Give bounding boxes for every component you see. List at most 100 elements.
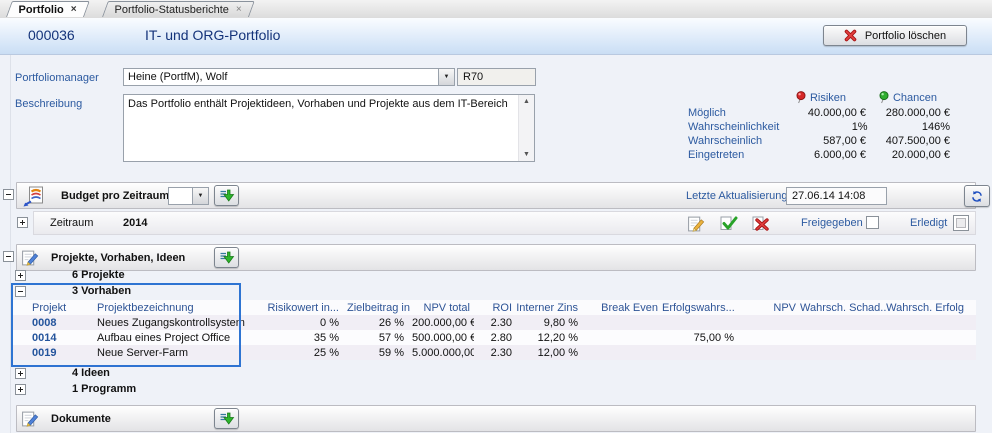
budget-period-combobox[interactable]: ▼ [168, 187, 209, 205]
description-label: Beschreibung [15, 98, 82, 110]
group-row-projekte[interactable]: 6 Projekte [0, 268, 992, 284]
documents-title: Dokumente [51, 413, 111, 425]
group-label: 3 Vorhaben [72, 285, 131, 297]
col-projekt[interactable]: Projekt [12, 300, 97, 315]
report-icon [23, 186, 44, 207]
col-interner-zins[interactable]: Interner Zins [516, 300, 582, 315]
projects-section-bar: Projekte, Vorhaben, Ideen [16, 244, 976, 271]
delete-portfolio-button[interactable]: Portfolio löschen [823, 25, 967, 46]
description-text: Das Portfolio enthält Projektideen, Vorh… [128, 98, 515, 111]
edit-icon [687, 215, 705, 233]
table-header-row: Projekt Projektbezeichnung Risikowert in… [12, 300, 976, 315]
risk-row: Möglich 40.000,00 € 280.000,00 € [688, 106, 950, 120]
chancen-header: Chancen [866, 91, 950, 104]
col-wahrsch-schad[interactable]: Wahrsch. Schad... [800, 300, 886, 315]
col-npv-total[interactable]: NPV total [412, 300, 474, 315]
col-zielbeitrag[interactable]: Zielbeitrag in ... [347, 300, 412, 315]
green-pin-icon [879, 91, 889, 104]
risk-row: Wahrscheinlich 587,00 € 407.500,00 € [688, 134, 950, 148]
insert-button[interactable] [214, 185, 239, 206]
tab-close-icon[interactable]: × [71, 5, 77, 15]
zeitraum-label: Zeitraum [50, 217, 93, 229]
group-label: 4 Ideen [72, 367, 110, 379]
risiken-header: Risiken [776, 91, 866, 104]
col-erfolgswahrs[interactable]: Erfolgswahrs... [662, 300, 738, 315]
freigegeben-checkbox[interactable] [866, 216, 879, 229]
collapse-icon[interactable] [15, 286, 26, 297]
dropdown-icon[interactable]: ▼ [438, 69, 454, 85]
col-npv[interactable]: NPV [738, 300, 800, 315]
title-bar: 000036 IT- und ORG-Portfolio Portfolio l… [0, 18, 992, 55]
budget-section: Budget pro Zeitraum ▼ Letzte Aktualisier… [0, 182, 992, 210]
tab-close-icon[interactable]: × [236, 5, 242, 15]
group-row-vorhaben[interactable]: 3 Vorhaben [0, 284, 992, 300]
col-break-even[interactable]: Break Even [582, 300, 662, 315]
insert-button[interactable] [214, 408, 239, 429]
scrollbar[interactable]: ▲ ▼ [518, 95, 534, 161]
insert-button[interactable] [214, 247, 239, 268]
expand-icon[interactable] [15, 270, 26, 281]
budget-title: Budget pro Zeitraum [61, 190, 169, 202]
insert-icon [219, 189, 235, 202]
tab-portfolio-statusberichte[interactable]: Portfolio-Statusberichte × [102, 1, 255, 17]
col-projektbezeichnung[interactable]: Projektbezeichnung [97, 300, 247, 315]
dropdown-icon[interactable]: ▼ [192, 188, 208, 204]
refresh-icon [971, 189, 983, 204]
table-row-0019[interactable]: 0019 Neue Server-Farm 25 % 59 % 5.000.00… [12, 345, 976, 360]
manager-code: R70 [463, 71, 483, 83]
expand-icon[interactable] [17, 217, 28, 228]
scroll-down-icon[interactable]: ▼ [519, 148, 534, 161]
manager-code-field: R70 [457, 68, 536, 86]
risk-chance-panel: Risiken Chancen Möglich 40.000,00 € 280.… [688, 90, 950, 162]
documents-section-bar: Dokumente [16, 405, 976, 432]
col-roi[interactable]: ROI [474, 300, 516, 315]
tab-label: Portfolio-Statusberichte [115, 4, 229, 16]
insert-icon [219, 251, 235, 264]
cell-projekt-id[interactable]: 0014 [12, 330, 97, 345]
cell-projekt-id[interactable]: 0019 [12, 345, 97, 360]
collapse-icon[interactable] [3, 189, 14, 200]
col-risikowert[interactable]: Risikowert in... [247, 300, 347, 315]
insert-icon [219, 412, 235, 425]
delete-row-button[interactable] [750, 214, 771, 233]
manager-combobox[interactable]: Heine (PortfM), Wolf ▼ [123, 68, 455, 86]
erledigt-checkbox[interactable] [953, 215, 969, 231]
group-row-ideen[interactable]: 4 Ideen [0, 366, 992, 382]
edit-button[interactable] [685, 214, 706, 233]
risk-row: Wahrscheinlichkeit 1% 146% [688, 120, 950, 134]
manager-value: Heine (PortfM), Wolf [124, 69, 438, 85]
page-title: IT- und ORG-Portfolio [145, 27, 280, 43]
cell-projekt-id[interactable]: 0008 [12, 315, 97, 330]
budget-section-bar: Budget pro Zeitraum ▼ Letzte Aktualisier… [16, 182, 976, 209]
col-wahrsch-erfolg[interactable]: Wahrsch. Erfolg [886, 300, 976, 315]
zeitraum-value: 2014 [123, 217, 147, 229]
group-label: 6 Projekte [72, 269, 125, 281]
table-row-0014[interactable]: 0014 Aufbau eines Project Office 35 % 57… [12, 330, 976, 345]
manager-label: Portfoliomanager [15, 72, 99, 84]
portfolio-form: Portfoliomanager Heine (PortfM), Wolf ▼ … [0, 55, 992, 182]
delete-portfolio-label: Portfolio löschen [865, 30, 946, 42]
expand-icon[interactable] [15, 368, 26, 379]
tab-bar: Portfolio × Portfolio-Statusberichte × [0, 0, 992, 18]
check-icon [719, 215, 738, 232]
budget-period-value [169, 188, 192, 204]
description-textarea[interactable]: Das Portfolio enthält Projektideen, Vorh… [123, 94, 535, 162]
tab-portfolio[interactable]: Portfolio × [6, 1, 90, 17]
expand-icon[interactable] [15, 384, 26, 395]
scroll-up-icon[interactable]: ▲ [519, 95, 534, 108]
last-update-field: 27.06.14 14:08 [786, 187, 887, 205]
risk-row: Eingetreten 6.000,00 € 20.000,00 € [688, 148, 950, 162]
erledigt-label: Erledigt [910, 217, 947, 229]
table-row-0008[interactable]: 0008 Neues Zugangskontrollsystem 0 % 26 … [12, 315, 976, 330]
vorhaben-table: Projekt Projektbezeichnung Risikowert in… [12, 300, 976, 360]
red-x-icon [844, 29, 857, 42]
collapse-icon[interactable] [3, 251, 14, 262]
group-row-programm[interactable]: 1 Programm [0, 382, 992, 398]
projects-title: Projekte, Vorhaben, Ideen [51, 252, 185, 264]
zeitraum-row: Zeitraum 2014 Freigegeben Erledigt [0, 210, 992, 236]
refresh-button[interactable] [964, 185, 990, 207]
portfolio-id: 000036 [28, 27, 75, 43]
last-update-label: Letzte Aktualisierung [686, 190, 788, 202]
approve-button[interactable] [718, 214, 739, 233]
documents-section: Dokumente [0, 405, 992, 433]
